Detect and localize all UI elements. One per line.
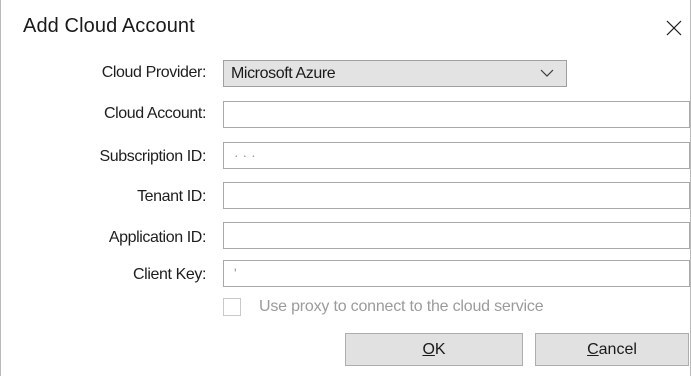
ok-label-rest: K [434, 341, 446, 358]
title-bar: Add Cloud Account [1, 0, 690, 56]
tenant-id-field[interactable] [223, 182, 690, 209]
cloud-provider-label: Cloud Provider: [101, 64, 207, 81]
use-proxy-checkbox[interactable] [223, 298, 241, 316]
cloud-provider-selected-value: Microsoft Azure [231, 65, 336, 82]
tenant-id-label: Tenant ID: [137, 188, 206, 205]
subscription-id-field[interactable]: · · · [223, 142, 690, 169]
client-key-field[interactable]: ' [223, 260, 690, 287]
cloud-account-label: Cloud Account: [103, 105, 206, 122]
cancel-button[interactable]: Cancel [535, 333, 689, 366]
chevron-down-icon [540, 69, 554, 77]
subscription-id-label: Subscription ID: [99, 148, 206, 165]
close-button[interactable] [656, 8, 690, 46]
cloud-provider-select[interactable]: Microsoft Azure [223, 60, 567, 87]
client-key-label: Client Key: [133, 266, 206, 283]
use-proxy-label: Use proxy to connect to the cloud servic… [259, 298, 544, 315]
application-id-field[interactable] [223, 222, 690, 249]
dialog-title: Add Cloud Account [23, 15, 195, 37]
add-cloud-account-dialog: Add Cloud Account Cloud Provider: Micros… [0, 0, 691, 376]
ok-mnemonic: O [422, 341, 435, 358]
cancel-label-rest: ancel [598, 341, 637, 358]
close-icon [666, 20, 682, 36]
ok-button[interactable]: OK [345, 333, 523, 366]
cancel-mnemonic: C [587, 341, 599, 358]
cloud-account-field[interactable] [223, 101, 690, 128]
application-id-label: Application ID: [108, 229, 207, 246]
